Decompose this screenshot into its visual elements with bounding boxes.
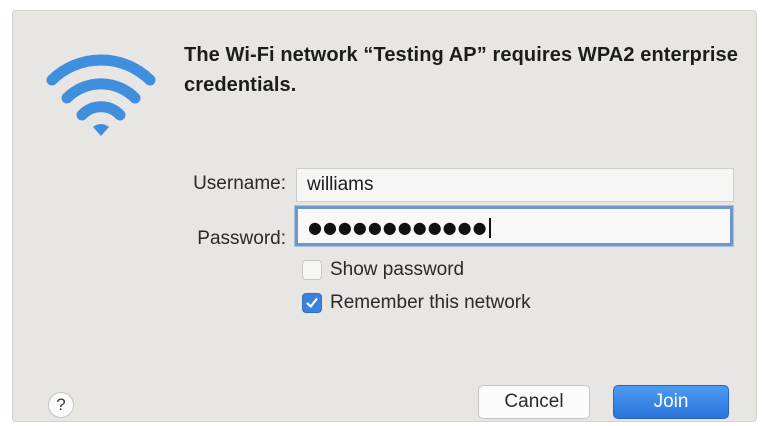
dialog-title: The Wi-Fi network “Testing AP” requires … <box>184 44 738 96</box>
wifi-icon <box>46 54 156 136</box>
show-password-option[interactable]: Show password <box>302 258 464 282</box>
show-password-checkbox[interactable] <box>302 260 322 280</box>
question-mark-icon: ? <box>56 395 66 414</box>
remember-network-checkbox[interactable] <box>302 293 322 313</box>
join-button-label: Join <box>653 391 689 412</box>
show-password-label: Show password <box>330 259 465 280</box>
username-field[interactable]: williams <box>296 168 734 202</box>
username-value: williams <box>307 174 374 195</box>
password-label: Password: <box>197 228 286 249</box>
remember-network-label: Remember this network <box>330 292 531 313</box>
help-button[interactable]: ? <box>48 392 74 418</box>
password-field[interactable]: ●●●●●●●●●●●● <box>295 206 733 246</box>
join-button[interactable]: Join <box>613 385 729 419</box>
username-label: Username: <box>193 173 286 194</box>
cancel-button[interactable]: Cancel <box>478 385 590 419</box>
text-caret <box>488 218 491 238</box>
checkmark-icon <box>306 298 318 308</box>
wifi-credentials-dialog: The Wi-Fi network “Testing AP” requires … <box>12 10 757 422</box>
remember-network-option[interactable]: Remember this network <box>302 291 531 315</box>
cancel-button-label: Cancel <box>504 391 564 412</box>
password-masked-value: ●●●●●●●●●●●● <box>308 218 488 238</box>
